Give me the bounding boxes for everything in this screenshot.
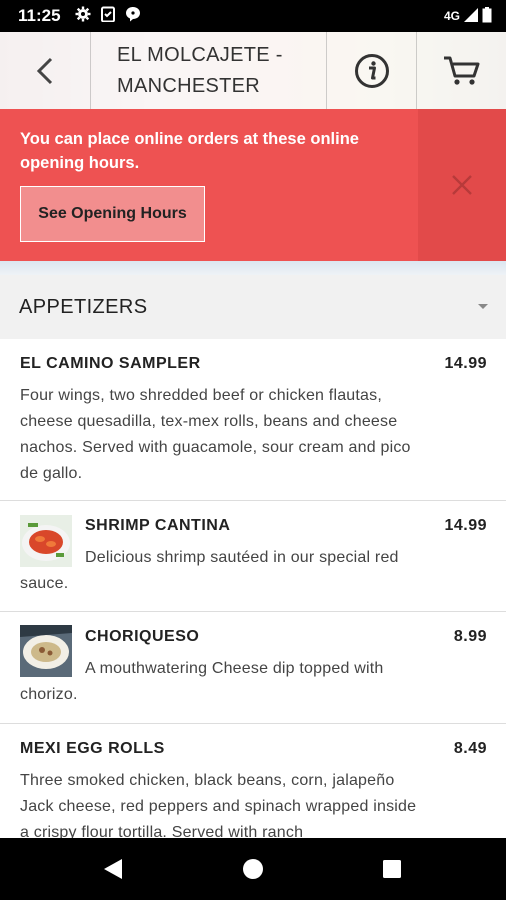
triangle-back-icon (104, 859, 122, 879)
message-bubble-icon (125, 6, 141, 27)
item-price: 14.99 (444, 355, 487, 372)
clipboard-icon (100, 6, 115, 27)
item-price: 8.99 (453, 628, 487, 645)
category-header-appetizers[interactable]: APPETIZERS (0, 275, 506, 339)
restaurant-title: EL MOLCAJETE - MANCHESTER (91, 32, 327, 109)
signal-icon (464, 7, 478, 25)
caret-down-icon (478, 304, 488, 309)
item-description: Four wings, two shredded beef or chicken… (20, 387, 411, 482)
item-price: 14.99 (444, 517, 487, 534)
item-description: A mouthwatering Cheese dip topped with c… (20, 660, 384, 703)
banner-close-button[interactable] (418, 109, 506, 261)
item-description: Delicious shrimp sautéed in our special … (20, 549, 399, 592)
back-button[interactable] (0, 32, 91, 109)
item-name: MEXI EGG ROLLS (20, 740, 165, 757)
square-recents-icon (383, 860, 401, 878)
status-bar: 11:25 4G (0, 0, 506, 32)
nav-back-button[interactable] (73, 838, 153, 900)
see-opening-hours-button[interactable]: See Opening Hours (20, 186, 205, 242)
opening-hours-banner: You can place online orders at these onl… (0, 109, 506, 261)
settings-gear-icon (75, 6, 91, 27)
menu-item[interactable]: EL CAMINO SAMPLER 14.99 Four wings, two … (0, 339, 506, 501)
system-nav-bar (0, 838, 506, 900)
item-name: CHORIQUESO (85, 628, 200, 645)
close-icon (452, 175, 472, 195)
chevron-left-icon (36, 57, 53, 84)
item-name: EL CAMINO SAMPLER (20, 355, 201, 372)
nav-recents-button[interactable] (352, 838, 432, 900)
info-icon (354, 53, 389, 88)
menu-item[interactable]: SHRIMP CANTINA 14.99 Delicious shrimp sa… (0, 501, 506, 612)
cart-icon (443, 56, 479, 85)
header-image-strip (0, 261, 506, 275)
network-type: 4G (443, 9, 460, 23)
title-line-1: EL MOLCAJETE - (117, 43, 283, 66)
item-description: Three smoked chicken, black beans, corn,… (20, 772, 417, 838)
app-header: EL MOLCAJETE - MANCHESTER (0, 32, 506, 109)
banner-message: You can place online orders at these onl… (20, 130, 359, 172)
item-name: SHRIMP CANTINA (85, 517, 231, 534)
menu-item[interactable]: MEXI EGG ROLLS 8.49 Three smoked chicken… (0, 724, 506, 838)
title-line-2: MANCHESTER (117, 74, 261, 97)
item-price: 8.49 (453, 740, 487, 757)
category-title: APPETIZERS (19, 295, 148, 318)
cart-button[interactable] (417, 32, 506, 109)
menu-item[interactable]: CHORIQUESO 8.99 A mouthwatering Cheese d… (0, 612, 506, 724)
info-button[interactable] (327, 32, 417, 109)
nav-home-button[interactable] (213, 838, 293, 900)
status-time: 11:25 (18, 6, 61, 25)
battery-icon (482, 6, 492, 26)
circle-home-icon (243, 859, 263, 879)
